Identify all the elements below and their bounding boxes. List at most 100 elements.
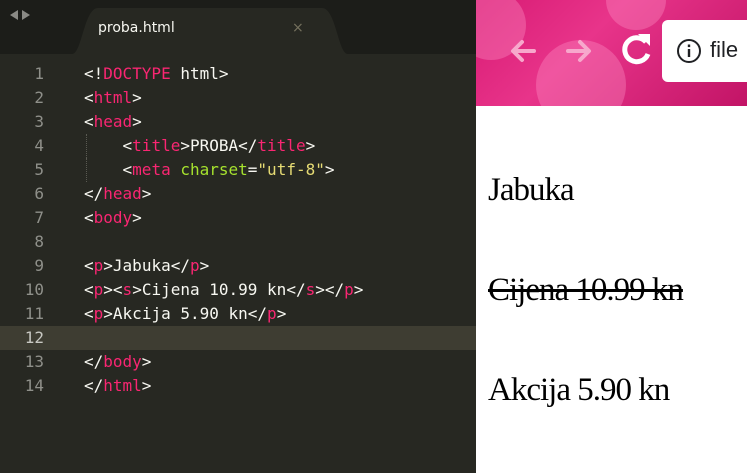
code-line[interactable]: 6 </head> [0,182,476,206]
reload-icon[interactable] [616,28,656,72]
line-number: 8 [34,232,44,251]
code-token: >< [103,280,123,299]
line-number: 1 [34,64,44,83]
back-arrow-icon[interactable] [502,30,544,72]
code-token: p [344,280,354,299]
code-token: p [189,256,200,275]
strikethrough-price: Cijena 10.99 kn [488,272,684,308]
code-token: > [141,376,152,395]
code-token: s [305,280,316,299]
code-token: = [247,160,258,179]
address-bar[interactable]: file [662,20,747,82]
code-token: > [141,352,152,371]
code-token: body [103,352,142,371]
code-token: >Cijena 10.99 kn</ [132,280,306,299]
code-token: </ [84,376,104,395]
code-line[interactable]: 1 <!DOCTYPE html> [0,62,476,86]
code-token: html [93,88,133,107]
browser-toolbar: file [476,0,747,106]
code-token: p [267,304,277,323]
code-token: > [132,208,142,227]
code-token: body [93,208,133,227]
code-token: < [84,256,94,275]
line-code: <p><s>Cijena 10.99 kn</s></p> [84,278,363,302]
code-token: head [93,112,133,131]
code-token: p [93,304,104,323]
line-code: <p>Jabuka</p> [84,254,209,278]
line-number: 4 [34,136,44,155]
code-line[interactable]: 3 <head> [0,110,476,134]
code-token: html> [170,64,229,83]
code-line[interactable]: 7 <body> [0,206,476,230]
paragraph-jabuka: Jabuka [488,172,575,208]
code-area[interactable]: 1 <!DOCTYPE html> 2 <html> 3 <head> 4 <title>P… [0,54,476,473]
code-token: >Akcija 5.90 kn</ [103,304,268,323]
line-number: 3 [34,112,44,131]
code-token: < [84,160,133,179]
code-token: > [132,112,142,131]
tab-proba-html[interactable]: proba.html × [72,8,348,54]
code-token: < [84,88,94,107]
code-token: title [132,136,181,155]
line-number: 11 [24,304,44,323]
line-code: <head> [84,110,142,134]
line-code: <meta charset="utf-8"> [84,158,335,182]
code-line[interactable]: 5 <meta charset="utf-8"> [0,158,476,182]
code-token: "utf-8" [257,160,325,179]
code-line[interactable]: 12 [0,326,476,350]
code-token: title [257,136,306,155]
paragraph-cijena: Cijena 10.99 kn [488,272,684,309]
code-token: >PROBA</ [180,136,258,155]
code-token: >Jabuka</ [103,256,190,275]
line-number: 6 [34,184,44,203]
code-token: </ [84,184,104,203]
code-token: < [84,136,133,155]
code-editor[interactable]: proba.html × 1 <!DOCTYPE html> 2 <html> 3 <he… [0,0,476,473]
url-text: file [710,37,739,62]
line-code: </body> [84,350,151,374]
line-number: 12 [24,328,44,347]
browser-window: file Jabuka Cijena 10.99 kn Akcija 5.90 … [476,0,747,473]
tab-nav-arrows[interactable] [10,10,30,20]
line-code: </head> [84,182,151,206]
code-line[interactable]: 10 <p><s>Cijena 10.99 kn</s></p> [0,278,476,302]
line-number: 5 [34,160,44,179]
page-content: Jabuka Cijena 10.99 kn Akcija 5.90 kn [476,106,747,473]
code-token: meta [132,160,171,179]
info-icon[interactable] [676,38,702,64]
line-number: 9 [34,256,44,275]
code-line[interactable]: 13 </body> [0,350,476,374]
code-token: > [199,256,210,275]
line-code: <title>PROBA</title> [84,134,316,158]
line-code: <!DOCTYPE html> [84,62,229,86]
arrow-right-icon[interactable] [22,10,30,20]
code-line[interactable]: 4 <title>PROBA</title> [0,134,476,158]
code-token: <! [84,64,104,83]
close-icon[interactable]: × [292,20,304,36]
tab-label: proba.html [98,20,175,36]
arrow-left-icon[interactable] [10,10,18,20]
line-code: <p>Akcija 5.90 kn</p> [84,302,286,326]
line-number: 7 [34,208,44,227]
code-token: ></ [315,280,345,299]
forward-arrow-icon[interactable] [558,30,600,72]
line-number: 14 [24,376,44,395]
code-token: s [122,280,133,299]
code-line[interactable]: 2 <html> [0,86,476,110]
code-line[interactable]: 8 [0,230,476,254]
code-token: html [103,376,142,395]
code-token: p [93,256,104,275]
code-line[interactable]: 14 </html> [0,374,476,398]
code-token: charset [180,160,248,179]
line-number: 10 [24,280,44,299]
line-code: <body> [84,206,142,230]
code-line[interactable]: 9 <p>Jabuka</p> [0,254,476,278]
line-number: 2 [34,88,44,107]
code-token: head [103,184,142,203]
code-token: > [141,184,152,203]
code-token: > [305,136,316,155]
code-token: DOCTYPE [103,64,171,83]
code-line[interactable]: 11 <p>Akcija 5.90 kn</p> [0,302,476,326]
line-code: </html> [84,374,151,398]
